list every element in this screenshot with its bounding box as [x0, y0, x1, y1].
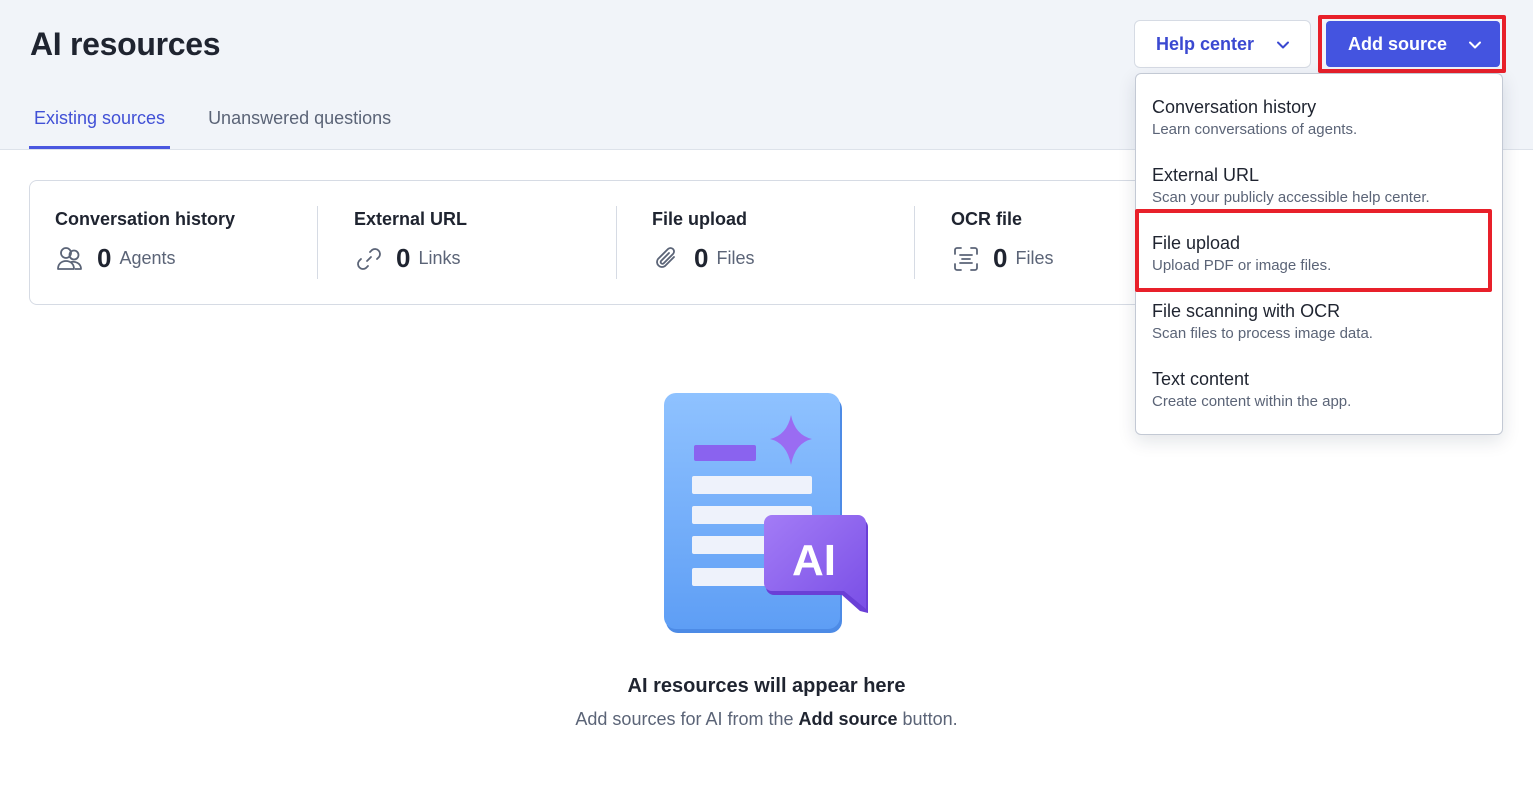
ocr-scan-icon — [954, 246, 978, 271]
stat-count: 0 — [993, 243, 1008, 273]
add-source-dropdown-menu: Conversation history Learn conversations… — [1135, 73, 1503, 435]
menu-item-label: Conversation history — [1152, 97, 1317, 117]
tab-bar: Existing sources Unanswered questions — [29, 100, 429, 150]
empty-desc-bold: Add source — [798, 709, 898, 729]
stat-title: External URL — [354, 209, 468, 229]
link-icon — [357, 247, 381, 270]
menu-item-conversation-history[interactable]: Conversation history Learn conversations… — [1152, 96, 1492, 140]
stat-title: File upload — [652, 209, 748, 229]
agents-icon — [57, 246, 82, 270]
ai-badge-text: AI — [792, 536, 836, 585]
tab-existing-sources[interactable]: Existing sources — [29, 100, 171, 149]
menu-item-label: Text content — [1152, 369, 1250, 389]
menu-item-label: External URL — [1152, 165, 1260, 185]
empty-state-description: Add sources for AI from the Add source b… — [0, 709, 1533, 730]
empty-desc-prefix: Add sources for AI from the — [575, 709, 799, 729]
divider — [616, 206, 617, 279]
menu-item-file-scanning-ocr[interactable]: File scanning with OCR Scan files to pro… — [1152, 300, 1492, 344]
menu-item-file-upload[interactable]: File upload Upload PDF or image files. — [1152, 232, 1492, 276]
help-center-label: Help center — [1156, 33, 1255, 54]
stat-count: 0 — [396, 243, 411, 273]
help-center-button[interactable]: Help center — [1134, 20, 1311, 68]
menu-item-label: File scanning with OCR — [1152, 301, 1341, 321]
stat-unit: Links — [418, 248, 461, 268]
stat-unit: Files — [1015, 248, 1054, 268]
stat-count: 0 — [97, 243, 112, 273]
stat-count: 0 — [694, 243, 709, 273]
divider — [914, 206, 915, 279]
stat-title: OCR file — [951, 209, 1023, 229]
menu-item-external-url[interactable]: External URL Scan your publicly accessib… — [1152, 164, 1492, 208]
add-source-button[interactable]: Add source — [1326, 21, 1500, 67]
menu-item-description: Scan your publicly accessible help cente… — [1152, 189, 1430, 206]
stat-unit: Agents — [119, 248, 176, 268]
menu-item-description: Learn conversations of agents. — [1152, 121, 1358, 138]
stat-unit: Files — [716, 248, 755, 268]
add-source-label: Add source — [1348, 33, 1448, 54]
empty-state-title: AI resources will appear here — [627, 675, 906, 697]
chevron-down-icon — [1469, 41, 1481, 49]
ai-document-illustration: AI — [664, 393, 868, 633]
empty-desc-suffix: button. — [897, 709, 958, 729]
tab-unanswered-questions[interactable]: Unanswered questions — [203, 100, 396, 149]
menu-item-description: Upload PDF or image files. — [1152, 257, 1332, 274]
menu-item-description: Scan files to process image data. — [1152, 325, 1373, 342]
paperclip-icon — [656, 246, 675, 268]
menu-item-text-content[interactable]: Text content Create content within the a… — [1152, 368, 1492, 412]
divider — [317, 206, 318, 279]
page-title: AI resources — [30, 26, 221, 62]
menu-item-description: Create content within the app. — [1152, 393, 1352, 410]
chevron-down-icon — [1277, 41, 1289, 49]
stat-title: Conversation history — [55, 209, 236, 229]
menu-item-label: File upload — [1152, 233, 1241, 253]
sources-stats-card: Conversation history 0 Agents External U… — [29, 180, 1229, 305]
